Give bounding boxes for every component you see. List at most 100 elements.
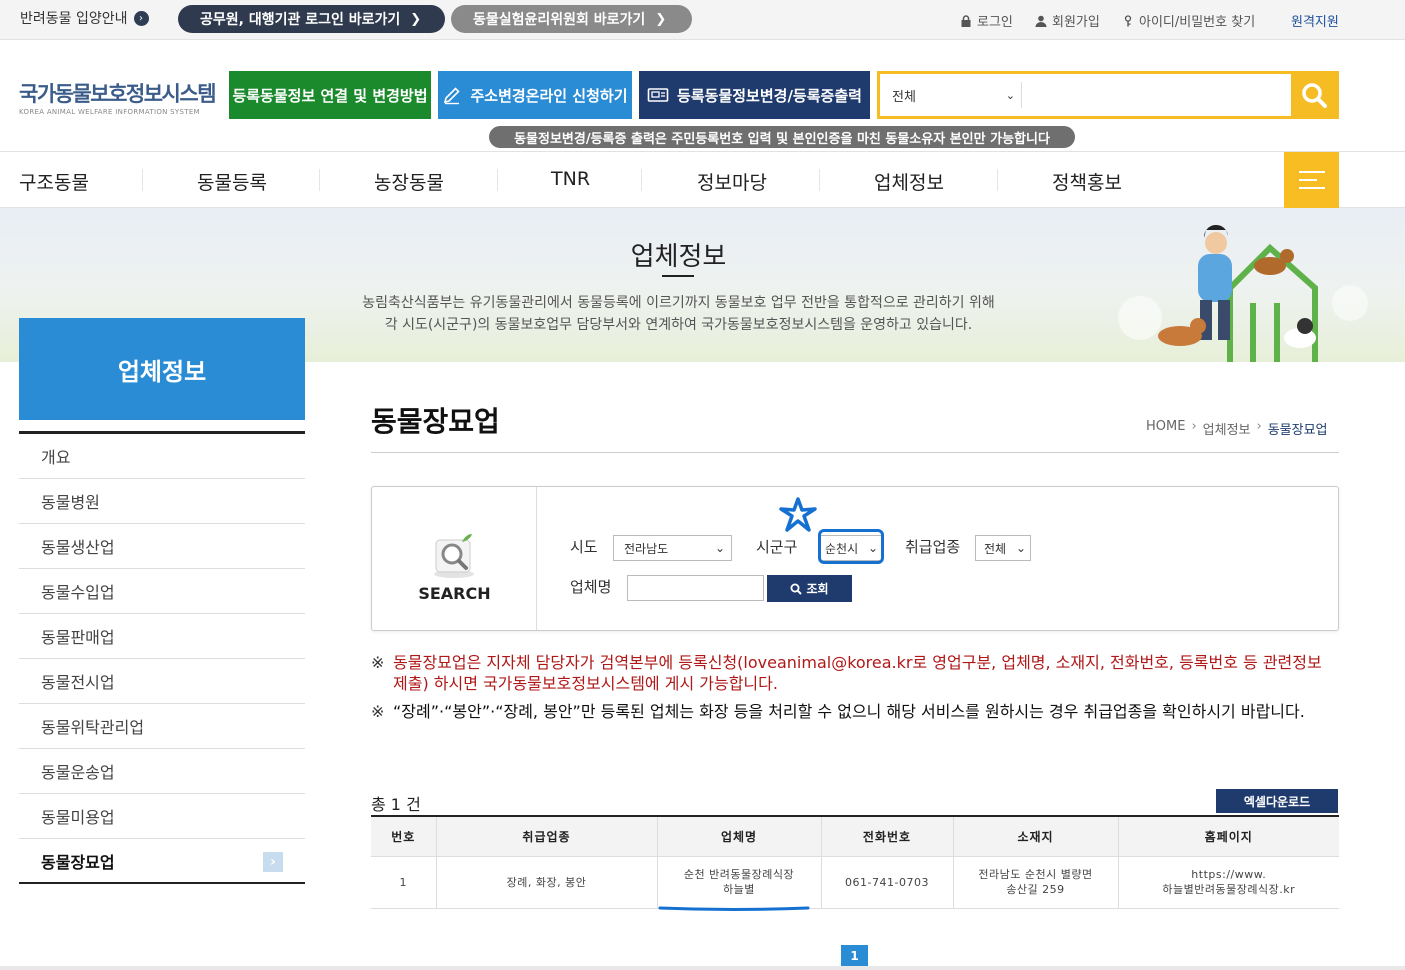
nav-business-info[interactable]: 업체정보: [874, 168, 944, 195]
sidebar-item-overview[interactable]: 개요: [19, 434, 305, 479]
col-header-type: 취급업종: [435, 815, 657, 857]
cell-name[interactable]: 순천 반려동물장례식장 하늘별: [656, 856, 821, 909]
login-link[interactable]: 로그인: [960, 11, 1013, 30]
sidebar-item-grooming[interactable]: 동물미용업: [19, 794, 305, 839]
cell-name-line1: 순천 반려동물장례식장: [683, 868, 795, 881]
breadcrumb-business-info[interactable]: 업체정보: [1203, 419, 1251, 438]
animal-link-change-button[interactable]: 등록동물정보 연결 및 변경방법: [229, 71, 431, 119]
nav-divider: [142, 169, 143, 191]
header-search: 전체 ⌄: [877, 71, 1339, 119]
ethics-committee-button[interactable]: 동물실험윤리위원회 바로가기 ❯: [451, 5, 692, 33]
pet-adoption-guide-label: 반려동물 입양안내: [20, 11, 128, 27]
table-row: 1 장례, 화장, 봉안 순천 반려동물장례식장 하늘별 061-741-070…: [371, 856, 1339, 909]
notice-registration-text: 동물장묘업은 지자체 담당자가 검역본부에 등록신청(loveanimal@ko…: [393, 653, 1322, 693]
printer-icon: [647, 88, 669, 102]
sidebar-item-exhibition[interactable]: 동물전시업: [19, 659, 305, 704]
col-header-address: 소재지: [952, 815, 1118, 857]
cell-name-line2: 하늘별: [723, 883, 755, 896]
lock-icon: [961, 14, 971, 27]
chevron-down-icon: ⌄: [1005, 88, 1015, 102]
annotation-highlight-box: [818, 529, 884, 564]
hamburger-icon: [1298, 187, 1325, 189]
login-label: 로그인: [977, 15, 1013, 30]
cell-homepage-line1: https://www.: [1191, 868, 1267, 881]
search-scope-value: 전체: [892, 89, 916, 105]
sidebar-item-boarding[interactable]: 동물위탁관리업: [19, 704, 305, 749]
hamburger-icon: [1298, 179, 1317, 181]
table-header-row: 번호 취급업종 업체명 전화번호 소재지 홈페이지: [371, 815, 1339, 857]
annotation-star-icon: [779, 497, 817, 532]
cell-address-line1: 전라남도 순천시 별량면: [978, 868, 1093, 881]
search-submit-button[interactable]: 조회: [767, 575, 852, 602]
col-header-phone: 전화번호: [820, 815, 953, 857]
nav-farm-animals[interactable]: 농장동물: [374, 168, 444, 195]
sidebar-item-production[interactable]: 동물생산업: [19, 524, 305, 569]
notice-service-type-text: “장례”·“봉안”·“장례, 봉안”만 등록된 업체는 화장 등을 처리할 수 …: [393, 702, 1305, 721]
pencil-icon: [444, 87, 461, 105]
join-link[interactable]: 회원가입: [1035, 11, 1100, 30]
magnifier-illustration-icon: [434, 534, 474, 578]
registration-print-button[interactable]: 등록동물정보변경/등록증출력: [639, 71, 870, 119]
remote-support-link[interactable]: 원격지원: [1291, 11, 1339, 30]
chevron-down-icon: ⌄: [714, 541, 725, 555]
nav-rescue-animals[interactable]: 구조동물: [19, 168, 89, 195]
registration-print-label: 등록동물정보변경/등록증출력: [677, 86, 862, 105]
sidebar-item-sales[interactable]: 동물판매업: [19, 614, 305, 659]
col-header-homepage: 홈페이지: [1117, 815, 1339, 857]
excel-download-button[interactable]: 엑셀다운로드: [1216, 789, 1338, 813]
site-logo[interactable]: 국가동물보호정보시스템 KOREA ANIMAL WELFARE INFORMA…: [19, 78, 217, 116]
chevron-down-icon: ⌄: [1015, 541, 1026, 555]
cell-address-line2: 송산길 259: [1006, 883, 1065, 896]
col-header-name: 업체명: [656, 815, 821, 857]
pet-adoption-guide-link[interactable]: 반려동물 입양안내 ›: [20, 8, 149, 28]
find-account-label: 아이디/비밀번호 찾기: [1139, 15, 1256, 30]
hero-illustration: [1118, 224, 1368, 362]
sidebar-item-animal-hospital[interactable]: 동물병원: [19, 479, 305, 524]
notice-mark: ※: [371, 653, 385, 672]
cell-no: 1: [371, 856, 436, 909]
business-type-select[interactable]: 전체 ⌄: [975, 535, 1031, 561]
sigungu-label: 시군구: [756, 538, 798, 556]
sido-value: 전라남도: [624, 541, 669, 556]
sidebar-item-import[interactable]: 동물수입업: [19, 569, 305, 614]
chevron-right-icon: ❯: [655, 11, 667, 27]
breadcrumb: HOME › 업체정보 › 동물장묘업: [1146, 419, 1328, 438]
business-type-label: 취급업종: [905, 538, 961, 556]
nav-tnr[interactable]: TNR: [551, 168, 590, 190]
result-count: 총 1 건: [371, 795, 421, 814]
menu-button[interactable]: [1284, 152, 1339, 208]
chevron-right-icon: ❯: [410, 11, 422, 27]
result-table: 번호 취급업종 업체명 전화번호 소재지 홈페이지 1 장례, 화장, 봉안 순…: [371, 815, 1339, 909]
business-name-input[interactable]: [627, 575, 764, 601]
official-login-button[interactable]: 공무원, 대행기관 로그인 바로가기 ❯: [178, 5, 445, 33]
search-button[interactable]: [1291, 74, 1336, 116]
pagination-current-page[interactable]: 1: [841, 945, 868, 967]
footer-divider: [0, 966, 1405, 970]
nav-info-square[interactable]: 정보마당: [697, 168, 767, 195]
official-login-label: 공무원, 대행기관 로그인 바로가기: [200, 12, 401, 28]
search-input[interactable]: [1024, 76, 1289, 114]
chevron-right-icon: ›: [133, 10, 149, 26]
cell-homepage[interactable]: https://www. 하늘별반려동물장례식장.kr: [1117, 856, 1339, 909]
address-change-button[interactable]: 주소변경온라인 신청하기: [438, 71, 632, 119]
sidebar-title: 업체정보: [19, 318, 305, 420]
nav-divider: [997, 169, 998, 191]
chevron-right-icon: ›: [263, 852, 283, 872]
search-panel-label: SEARCH: [418, 584, 491, 603]
nav-policy[interactable]: 정책홍보: [1052, 168, 1122, 195]
logo-subtext: KOREA ANIMAL WELFARE INFORMATION SYSTEM: [19, 108, 200, 116]
search-scope-select[interactable]: 전체 ⌄: [886, 82, 1022, 108]
nav-divider: [641, 169, 642, 191]
col-header-no: 번호: [371, 815, 436, 857]
sidebar-item-funeral[interactable]: 동물장묘업 ›: [19, 839, 305, 884]
sidebar-item-funeral-label: 동물장묘업: [41, 852, 115, 872]
find-account-link[interactable]: 아이디/비밀번호 찾기: [1122, 11, 1255, 30]
sidebar-item-transport[interactable]: 동물운송업: [19, 749, 305, 794]
hero-title-underline: [662, 275, 694, 277]
breadcrumb-home[interactable]: HOME: [1146, 419, 1185, 438]
sido-select[interactable]: 전라남도 ⌄: [613, 535, 732, 561]
nav-divider: [319, 169, 320, 191]
business-name-label: 업체명: [570, 578, 612, 596]
search-panel-badge: SEARCH: [372, 487, 537, 630]
nav-animal-registration[interactable]: 동물등록: [197, 168, 267, 195]
